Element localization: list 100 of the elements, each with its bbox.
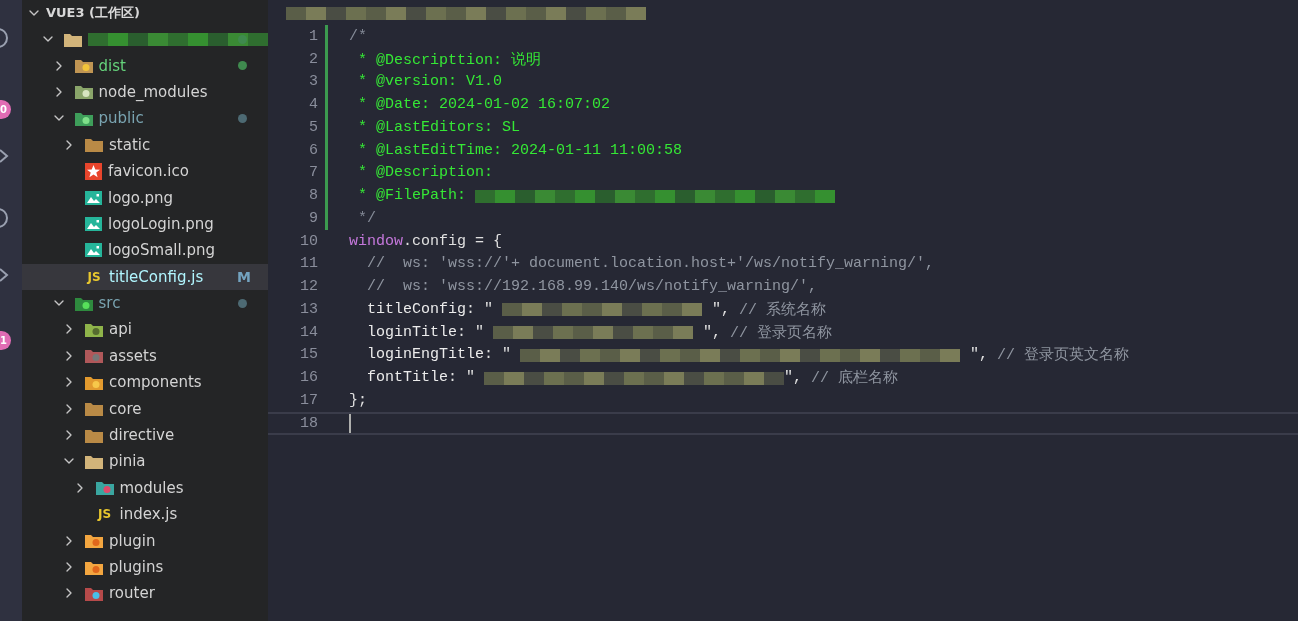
line-number: 4: [308, 96, 318, 114]
line-number: 3: [308, 73, 318, 91]
count-badge: 1: [0, 331, 11, 350]
tree-item[interactable]: public: [22, 105, 268, 132]
tree-item[interactable]: favicon.ico: [22, 157, 268, 185]
file-name: logo.png: [108, 188, 174, 207]
tree-item[interactable]: node_modules: [22, 78, 268, 106]
folder-icon: [85, 374, 103, 390]
code-comment: // 系统名称: [739, 300, 827, 319]
modified-label: M: [237, 268, 251, 285]
file-name: logoSmall.png: [108, 241, 216, 260]
tree-item[interactable]: logoSmall.png: [22, 237, 268, 264]
file-name: api: [109, 320, 132, 339]
folder-icon: [85, 585, 103, 601]
line-number: 18: [299, 414, 318, 432]
line-number: 14: [299, 323, 318, 341]
code-text: : ": [457, 323, 485, 341]
code-comment: * @FilePath:: [357, 187, 467, 205]
code-comment: /*: [349, 27, 367, 45]
tree-item[interactable]: plugins: [22, 553, 268, 581]
tree-item[interactable]: static: [22, 131, 268, 158]
folder-icon: [74, 84, 93, 100]
folder-icon: [85, 453, 103, 469]
tree-item[interactable]: dist: [22, 52, 268, 79]
code-comment: // ws: 'wss://192.168.99.140/ws/notify_warning/',: [366, 278, 818, 296]
file-name: plugins: [109, 558, 164, 576]
code-comment: * @Description:: [357, 164, 494, 182]
file-name: router: [109, 584, 155, 603]
file-name: assets: [109, 346, 157, 365]
tree-item[interactable]: logo.png: [22, 184, 268, 211]
folder-icon: [85, 401, 103, 417]
tree-item[interactable]: directive: [22, 421, 268, 449]
image-file-icon: [85, 216, 102, 231]
file-name: index.js: [119, 505, 178, 524]
code-comment: * @LastEditors: SL: [357, 118, 521, 136]
folder-icon: [85, 559, 103, 575]
file-name: core: [109, 399, 142, 418]
code-comment: */: [357, 209, 376, 227]
tree-item[interactable]: logoLogin.png: [22, 210, 268, 238]
line-number: 15: [299, 346, 318, 364]
folder-icon: [85, 137, 103, 153]
file-name: logoLogin.png: [108, 214, 214, 233]
chevron-icon: [0, 268, 10, 282]
code-text: : ": [448, 369, 476, 387]
file-name: plugin: [109, 531, 156, 550]
folder-icon: [85, 348, 103, 364]
folder-icon: [95, 480, 114, 496]
tree-item[interactable]: JS titleConfig.js M: [22, 263, 268, 290]
line-number: 12: [299, 278, 318, 296]
tree-item[interactable]: api: [22, 316, 268, 343]
line-number: 1: [308, 27, 318, 45]
js-file-icon: JS: [95, 507, 114, 522]
folder-icon: [74, 58, 93, 74]
file-name: directive: [109, 426, 175, 445]
code-text: : ": [466, 300, 494, 318]
folder-icon: [64, 31, 82, 47]
line-number: 17: [299, 391, 318, 409]
star-icon: [85, 162, 102, 180]
file-name: node_modules: [98, 82, 208, 101]
image-file-icon: [85, 243, 102, 258]
tree-item[interactable]: JS index.js: [22, 501, 268, 528]
tree-item[interactable]: components: [22, 369, 268, 396]
line-number: 10: [299, 232, 318, 250]
file-name: static: [109, 135, 151, 154]
file-name: dist: [98, 56, 126, 75]
code-text: titleConfig: [366, 300, 467, 318]
text-cursor: [349, 413, 351, 433]
file-name: public: [98, 109, 144, 128]
image-file-icon: [85, 190, 102, 205]
line-number: 7: [308, 164, 318, 182]
tree-item[interactable]: router: [22, 580, 268, 607]
tree-item[interactable]: pinia: [22, 448, 268, 475]
code-text: ",: [970, 346, 989, 364]
line-number: 2: [308, 50, 318, 68]
code-text: .config = {: [403, 232, 503, 250]
code-text: loginTitle: [366, 323, 458, 341]
code-text: ",: [784, 369, 803, 387]
tree-item[interactable]: src: [22, 289, 268, 317]
line-number: 8: [308, 187, 318, 205]
tree-item[interactable]: core: [22, 395, 268, 422]
code-comment: * @version: V1.0: [357, 73, 503, 91]
file-name: components: [109, 373, 202, 392]
file-name: favicon.ico: [108, 162, 189, 181]
tree-item[interactable]: assets: [22, 342, 268, 370]
code-comment: // 登录页名称: [730, 323, 833, 342]
folder-icon: [85, 427, 103, 443]
tree-item[interactable]: modules: [22, 474, 268, 502]
tree-item[interactable]: plugin: [22, 527, 268, 554]
code-comment: * @Date: 2024-01-02 16:07:02: [357, 96, 611, 114]
chevron-icon: [0, 149, 10, 163]
code-comment: * @Descripttion: 说明: [357, 50, 542, 69]
file-name: modules: [119, 478, 184, 497]
line-number: 9: [308, 209, 318, 227]
folder-icon: [74, 110, 93, 126]
file-name: titleConfig.js: [109, 267, 204, 286]
code-text: loginEngTitle: [366, 346, 485, 364]
line-number: 6: [308, 141, 318, 159]
code-text: fontTitle: [366, 369, 449, 387]
code-text: };: [349, 391, 367, 409]
count-badge: 0: [0, 100, 11, 119]
